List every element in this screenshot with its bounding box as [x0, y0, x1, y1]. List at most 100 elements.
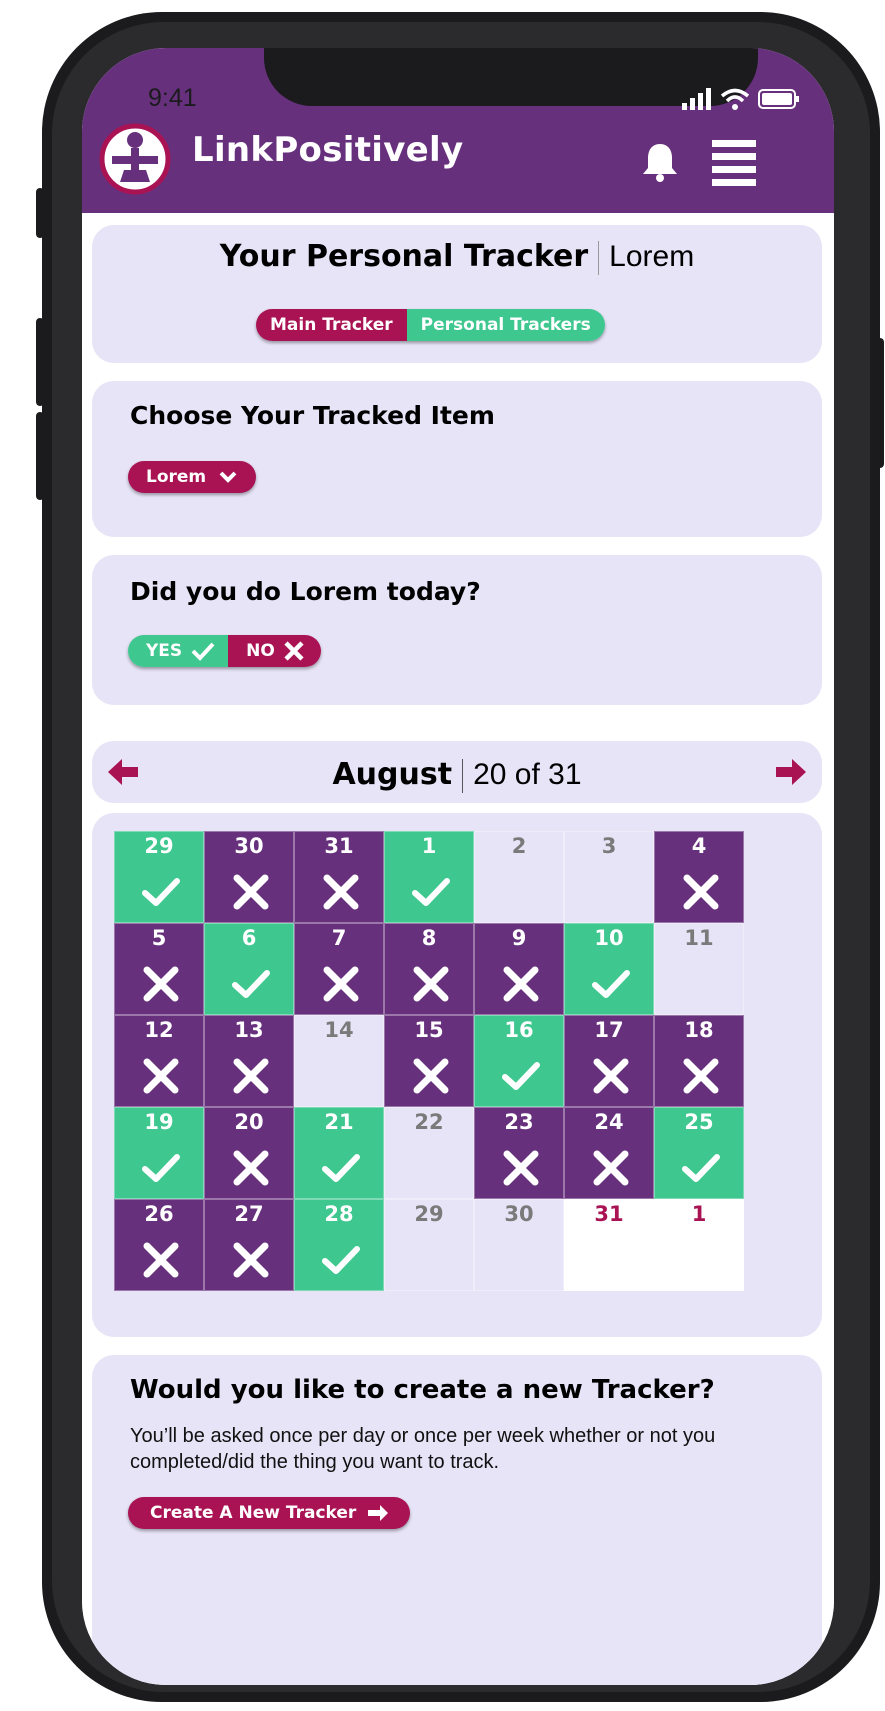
calendar-day[interactable]: 7	[294, 923, 384, 1015]
calendar-day[interactable]: 1	[384, 831, 474, 923]
new-tracker-card: Would you like to create a new Tracker? …	[92, 1355, 822, 1685]
calendar-day[interactable]: 24	[564, 1107, 654, 1199]
calendar-day[interactable]: 12	[114, 1015, 204, 1107]
close-icon	[233, 874, 269, 910]
calendar-day[interactable]: 30	[204, 831, 294, 923]
new-tracker-heading: Would you like to create a new Tracker?	[130, 1375, 715, 1405]
bell-icon[interactable]	[640, 140, 680, 182]
check-icon	[142, 878, 180, 906]
close-icon	[413, 1058, 449, 1094]
tracked-item-value: Lorem	[146, 467, 207, 487]
calendar-day-number: 7	[331, 926, 347, 950]
calendar-day[interactable]: 6	[204, 923, 294, 1015]
calendar-day[interactable]: 26	[114, 1199, 204, 1291]
calendar-day[interactable]: 19	[114, 1107, 204, 1199]
calendar-day[interactable]: 5	[114, 923, 204, 1015]
tracker-tab-switch: Main Tracker Personal Trackers	[256, 309, 605, 341]
calendar-day-number: 1	[421, 834, 437, 858]
calendar-day[interactable]: 31	[564, 1199, 654, 1291]
calendar-day-number: 5	[151, 926, 167, 950]
calendar-day[interactable]: 27	[204, 1199, 294, 1291]
next-month-arrow-icon[interactable]	[772, 757, 806, 787]
close-icon	[143, 1242, 179, 1278]
create-new-tracker-label: Create A New Tracker	[150, 1503, 357, 1523]
calendar-day-number: 8	[421, 926, 437, 950]
calendar-day-number: 31	[594, 1202, 624, 1226]
calendar-day[interactable]: 30	[474, 1199, 564, 1291]
calendar-day-number: 14	[324, 1018, 354, 1042]
arrow-right-icon	[368, 1505, 389, 1521]
calendar-day[interactable]: 13	[204, 1015, 294, 1107]
no-button[interactable]: NO	[228, 635, 321, 667]
close-icon	[233, 1150, 269, 1186]
hamburger-menu-icon[interactable]	[712, 140, 756, 186]
daily-question-heading: Did you do Lorem today?	[130, 577, 481, 606]
calendar-day[interactable]: 15	[384, 1015, 474, 1107]
calendar-day[interactable]: 8	[384, 923, 474, 1015]
tracked-item-dropdown[interactable]: Lorem	[128, 461, 257, 493]
close-icon	[284, 641, 304, 661]
calendar-day[interactable]: 4	[654, 831, 744, 923]
calendar-day-number: 3	[601, 834, 617, 858]
calendar-day[interactable]: 16	[474, 1015, 564, 1107]
calendar-day-number: 22	[414, 1110, 444, 1134]
calendar-day[interactable]: 21	[294, 1107, 384, 1199]
calendar-day[interactable]: 28	[294, 1199, 384, 1291]
check-icon	[191, 642, 215, 661]
calendar-day-number: 17	[594, 1018, 624, 1042]
close-icon	[593, 1058, 629, 1094]
new-tracker-description: You’ll be asked once per day or once per…	[130, 1425, 716, 1473]
calendar-card: 29 30 31 1 2 3 4 5 6 7 8 9 10 11 12 13 14 15 16 17 18 19 20 21 2…	[92, 813, 822, 1337]
check-icon	[322, 1154, 360, 1182]
month-divider	[462, 758, 464, 793]
chevron-down-icon	[219, 471, 237, 483]
page-title-text: Your Personal Tracker	[219, 239, 589, 274]
calendar-day[interactable]: 18	[654, 1015, 744, 1107]
check-icon	[412, 878, 450, 906]
calendar-day-number: 29	[414, 1202, 444, 1226]
yes-button[interactable]: YES	[128, 635, 229, 667]
calendar-day[interactable]: 3	[564, 831, 654, 923]
close-icon	[323, 966, 359, 1002]
calendar-day[interactable]: 20	[204, 1107, 294, 1199]
calendar-day-number: 19	[144, 1110, 174, 1134]
calendar-day-number: 11	[684, 926, 714, 950]
daily-question-card: Did you do Lorem today? YES NO	[92, 555, 822, 705]
calendar-day[interactable]: 2	[474, 831, 564, 923]
close-icon	[413, 966, 449, 1002]
volume-down-button	[36, 412, 44, 500]
calendar-day[interactable]: 9	[474, 923, 564, 1015]
phone-screen: 9:41 LinkPositively Your Personal Tracke…	[82, 48, 834, 1685]
check-icon	[322, 1246, 360, 1274]
close-icon	[683, 1058, 719, 1094]
calendar-day[interactable]: 29	[114, 831, 204, 923]
tab-personal-trackers[interactable]: Personal Trackers	[406, 309, 605, 341]
calendar-day-number: 12	[144, 1018, 174, 1042]
calendar-day-number: 10	[594, 926, 624, 950]
calendar-day[interactable]: 22	[384, 1107, 474, 1199]
calendar-day[interactable]: 29	[384, 1199, 474, 1291]
calendar-day[interactable]: 11	[654, 923, 744, 1015]
logo-icon	[99, 123, 171, 195]
close-icon	[323, 874, 359, 910]
wifi-icon	[720, 88, 750, 110]
tab-main-tracker[interactable]: Main Tracker	[256, 309, 407, 341]
calendar-day[interactable]: 23	[474, 1107, 564, 1199]
title-divider	[598, 240, 600, 275]
yes-label: YES	[146, 641, 183, 661]
calendar-day[interactable]: 1	[654, 1199, 744, 1291]
close-icon	[233, 1242, 269, 1278]
calendar-day-number: 30	[234, 834, 264, 858]
tracker-title-card: Your Personal Tracker Lorem Main Tracker …	[92, 225, 822, 363]
check-icon	[592, 970, 630, 998]
calendar-day-number: 9	[511, 926, 527, 950]
create-new-tracker-button[interactable]: Create A New Tracker	[128, 1497, 411, 1529]
app-name: LinkPositively	[192, 130, 464, 170]
calendar-day-number: 20	[234, 1110, 264, 1134]
calendar-day[interactable]: 31	[294, 831, 384, 923]
calendar-day[interactable]: 14	[294, 1015, 384, 1107]
calendar-day[interactable]: 17	[564, 1015, 654, 1107]
calendar-day[interactable]: 25	[654, 1107, 744, 1199]
calendar-day[interactable]: 10	[564, 923, 654, 1015]
battery-icon	[758, 89, 799, 109]
